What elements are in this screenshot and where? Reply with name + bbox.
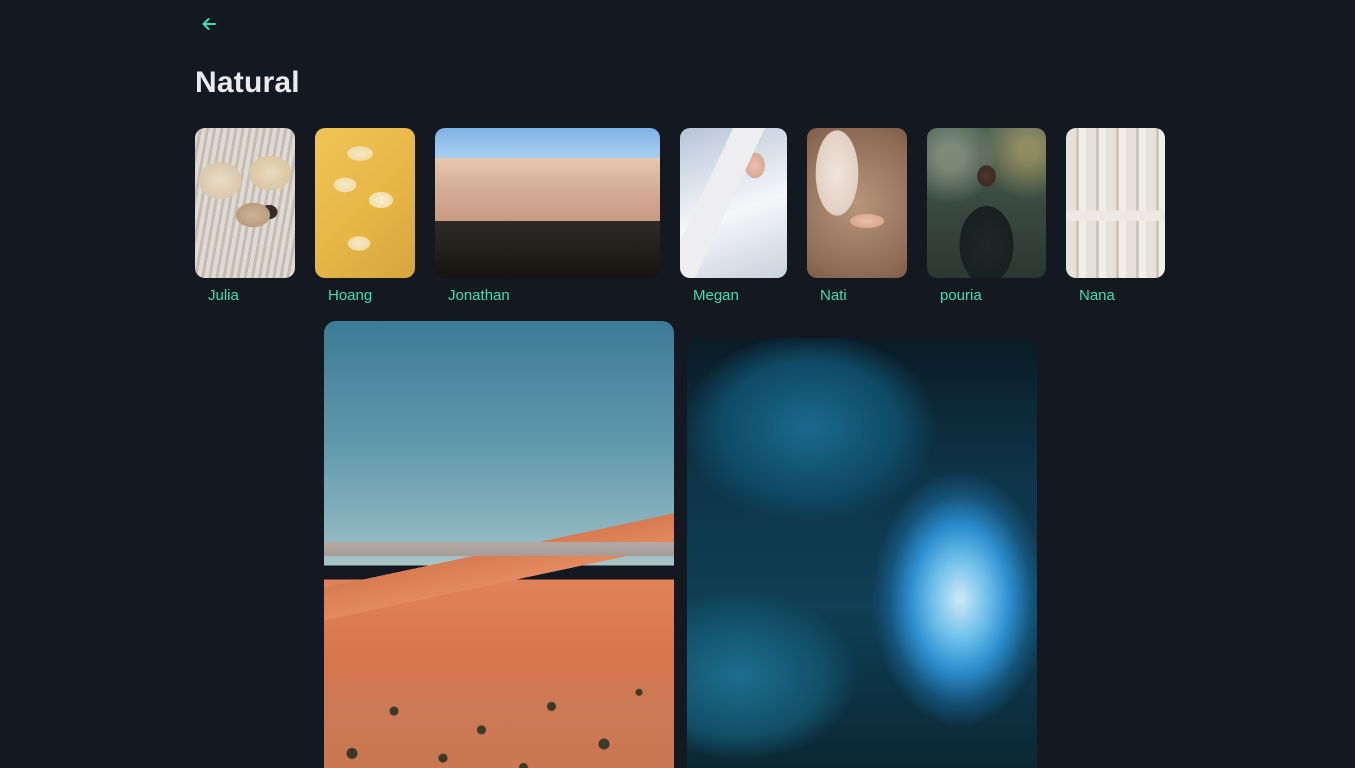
- story-item[interactable]: Megan: [680, 128, 787, 304]
- desert-photo[interactable]: [324, 321, 674, 768]
- story-name[interactable]: Hoang: [328, 287, 372, 304]
- blue-flower-photo[interactable]: [687, 338, 1037, 768]
- story-item[interactable]: Hoang: [315, 128, 415, 304]
- story-item[interactable]: Jonathan: [435, 128, 660, 304]
- story-item[interactable]: pouria: [927, 128, 1046, 304]
- story-thumbnail[interactable]: [1066, 128, 1165, 278]
- back-button[interactable]: [198, 13, 220, 35]
- story-name[interactable]: Nana: [1079, 287, 1115, 304]
- story-thumbnail[interactable]: [807, 128, 907, 278]
- story-item[interactable]: Julia: [195, 128, 295, 304]
- story-item[interactable]: Nati: [807, 128, 907, 304]
- story-name[interactable]: pouria: [940, 287, 982, 304]
- page: Natural Julia Hoang Jonathan Megan Nati …: [0, 0, 1355, 768]
- story-name[interactable]: Megan: [693, 287, 739, 304]
- story-name[interactable]: Nati: [820, 287, 847, 304]
- page-title: Natural: [195, 66, 300, 99]
- story-thumbnail[interactable]: [315, 128, 415, 278]
- story-name[interactable]: Julia: [208, 287, 239, 304]
- story-thumbnail[interactable]: [435, 128, 660, 278]
- story-name[interactable]: Jonathan: [448, 287, 510, 304]
- story-thumbnail[interactable]: [927, 128, 1046, 278]
- story-thumbnail[interactable]: [680, 128, 787, 278]
- arrow-left-icon: [202, 18, 216, 30]
- story-item[interactable]: Nana: [1066, 128, 1165, 304]
- story-thumbnail[interactable]: [195, 128, 295, 278]
